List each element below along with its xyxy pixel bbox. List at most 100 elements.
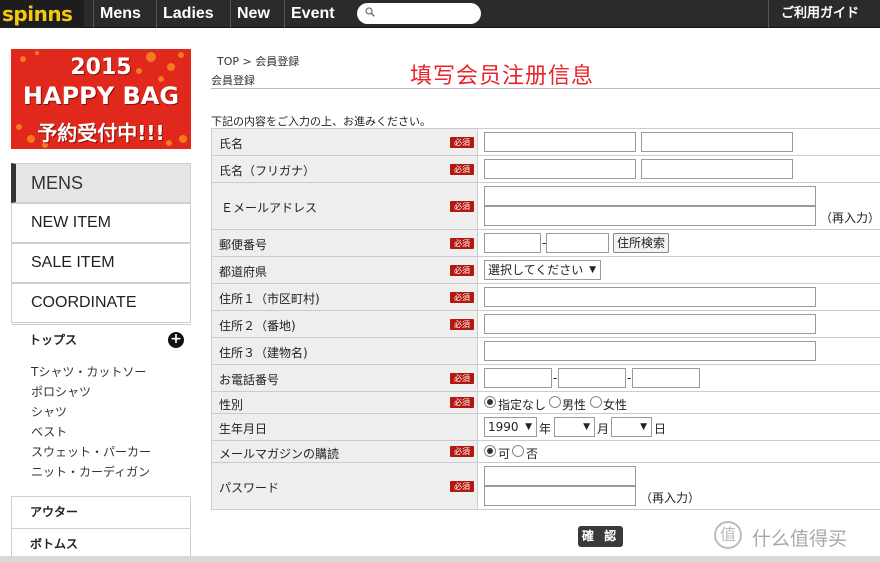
row-birthdate: 生年月日 1990 ▼ 年 ▼ 月 ▼ 日: [212, 414, 880, 441]
required-badge: 必須: [450, 137, 474, 148]
label-zip: 郵便番号: [219, 238, 268, 252]
phone-field-2[interactable]: [558, 368, 626, 388]
row-address2: 住所２（番地) 必須: [212, 311, 880, 338]
sidebar-sub-tshirt[interactable]: Tシャツ・カットソー: [31, 364, 146, 380]
sidebar-sub-vest[interactable]: ベスト: [31, 424, 67, 440]
sidebar-sub-polo[interactable]: ポロシャツ: [31, 384, 91, 400]
nav-ladies[interactable]: Ladies: [156, 0, 214, 28]
first-name-field[interactable]: [641, 132, 793, 152]
label-prefecture: 都道府県: [219, 265, 268, 279]
sidebar-item-coordinate[interactable]: COORDINATE: [11, 283, 191, 323]
gender-male-radio[interactable]: [549, 396, 561, 408]
chevron-down-icon: ▼: [583, 422, 590, 432]
phone-field-1[interactable]: [484, 368, 552, 388]
row-password: パスワード 必須 （再入力）: [212, 463, 880, 510]
nav-new[interactable]: New: [230, 0, 270, 28]
label-email: Ｅメールアドレス: [221, 201, 318, 215]
row-name: 氏名 必須: [212, 129, 880, 156]
birth-day-select[interactable]: ▼: [611, 417, 652, 437]
tops-label: トップス: [29, 333, 78, 347]
chevron-down-icon: ▼: [589, 265, 596, 275]
gender-female-radio[interactable]: [590, 396, 602, 408]
email-confirm-field[interactable]: [484, 206, 816, 226]
sidebar-sub-shirt[interactable]: シャツ: [31, 404, 67, 420]
address2-field[interactable]: [484, 314, 816, 334]
label-phone: お電話番号: [219, 373, 280, 387]
last-name-kana-field[interactable]: [484, 159, 636, 179]
password-confirm-field[interactable]: [484, 486, 636, 506]
expand-plus-icon[interactable]: +: [168, 332, 184, 348]
zip-field-1[interactable]: [484, 233, 541, 253]
label-gender: 性別: [219, 398, 244, 412]
user-guide-link[interactable]: ご利用ガイド: [768, 0, 880, 28]
required-badge: 必須: [450, 238, 474, 249]
label-password: パスワード: [219, 481, 280, 495]
label-birthdate: 生年月日: [219, 422, 268, 436]
sidebar-sub-knit[interactable]: ニット・カーディガン: [31, 464, 150, 480]
row-kana: 氏名（フリガナ） 必須: [212, 156, 880, 183]
required-badge: 必須: [450, 201, 474, 212]
chevron-down-icon: ▼: [525, 422, 532, 432]
banner-year: 2015: [70, 55, 132, 80]
label-address1: 住所１（市区町村): [219, 292, 320, 306]
required-badge: 必須: [450, 373, 474, 384]
form-instructions: 下記の内容をご入力の上、お進みください。: [211, 115, 431, 128]
watermark-logo-icon: 值: [714, 521, 742, 549]
row-email: Ｅメールアドレス 必須 （再入力）: [212, 183, 880, 230]
sidebar-category-outer[interactable]: アウター: [11, 496, 191, 529]
label-kana: 氏名（フリガナ）: [219, 164, 316, 178]
reenter-note: （再入力）: [640, 491, 701, 505]
email-field[interactable]: [484, 186, 816, 206]
site-logo[interactable]: spinns: [0, 0, 84, 28]
address3-field[interactable]: [484, 341, 816, 361]
sidebar-item-new-item[interactable]: NEW ITEM: [11, 203, 191, 243]
zip-field-2[interactable]: [546, 233, 609, 253]
search-input[interactable]: [357, 3, 481, 24]
birth-month-select[interactable]: ▼: [554, 417, 595, 437]
row-phone: お電話番号 必須 - -: [212, 365, 880, 392]
sidebar-category-tops[interactable]: トップス +: [11, 324, 191, 354]
label-newsletter: メールマガジンの購読: [219, 447, 340, 461]
label-address3: 住所３（建物名): [219, 346, 308, 360]
top-nav-bar: spinns Mens Ladies New Event ご利用ガイド: [0, 0, 880, 28]
watermark: 值 什么值得买: [714, 520, 874, 554]
confirm-button[interactable]: 確 認: [578, 526, 623, 547]
happy-bag-banner[interactable]: 2015 HAPPY BAG 予約受付中!!!: [11, 49, 191, 149]
address-search-button[interactable]: 住所検索: [613, 233, 669, 253]
registration-form: 氏名 必須 氏名（フリガナ） 必須 Ｅメールアドレス 必須 （再入力） 郵便番号…: [211, 128, 880, 510]
sidebar-mens[interactable]: MENS: [11, 163, 191, 203]
prefecture-select[interactable]: 選択してください ▼: [484, 260, 601, 280]
first-name-kana-field[interactable]: [641, 159, 793, 179]
required-badge: 必須: [450, 446, 474, 457]
nav-mens[interactable]: Mens: [93, 0, 141, 28]
nav-event[interactable]: Event: [284, 0, 335, 28]
row-gender: 性別 必須 指定なし 男性 女性: [212, 392, 880, 414]
annotation-title: 填写会员注册信息: [410, 64, 595, 89]
newsletter-no-radio[interactable]: [512, 445, 524, 457]
required-badge: 必須: [450, 481, 474, 492]
required-badge: 必須: [450, 292, 474, 303]
banner-title: HAPPY BAG: [22, 82, 180, 110]
required-badge: 必須: [450, 319, 474, 330]
label-name: 氏名: [219, 137, 244, 151]
bottom-scrollbar-strip: [0, 556, 880, 562]
address1-field[interactable]: [484, 287, 816, 307]
gender-unspecified-radio[interactable]: [484, 396, 496, 408]
last-name-field[interactable]: [484, 132, 636, 152]
sidebar-item-sale-item[interactable]: SALE ITEM: [11, 243, 191, 283]
required-badge: 必須: [450, 265, 474, 276]
phone-field-3[interactable]: [632, 368, 700, 388]
newsletter-yes-radio[interactable]: [484, 445, 496, 457]
row-prefecture: 都道府県 必須 選択してください ▼: [212, 257, 880, 284]
row-newsletter: メールマガジンの購読 必須 可 否: [212, 441, 880, 463]
required-badge: 必須: [450, 397, 474, 408]
chevron-down-icon: ▼: [640, 422, 647, 432]
divider: [211, 88, 880, 89]
password-field[interactable]: [484, 466, 636, 486]
breadcrumb[interactable]: TOP > 会員登録: [217, 53, 299, 69]
row-zip: 郵便番号 必須 - 住所検索: [212, 230, 880, 257]
label-address2: 住所２（番地): [219, 319, 296, 333]
birth-year-select[interactable]: 1990 ▼: [484, 417, 537, 437]
sidebar-sub-sweat[interactable]: スウェット・パーカー: [31, 444, 151, 460]
row-address3: 住所３（建物名): [212, 338, 880, 365]
